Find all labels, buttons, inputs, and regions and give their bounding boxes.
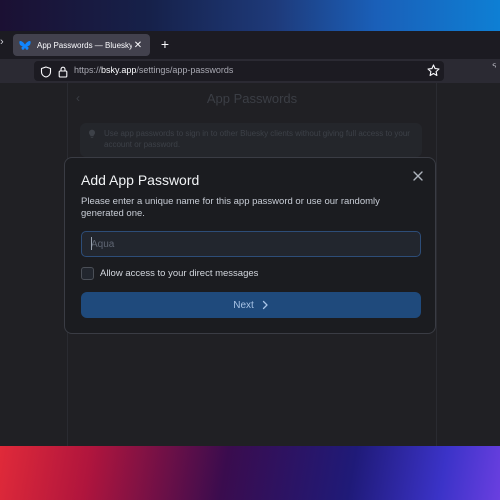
chevron-right-icon xyxy=(261,300,269,310)
info-box: Use app passwords to sign in to other Bl… xyxy=(80,123,422,157)
desktop-wallpaper-bottom xyxy=(0,446,500,500)
dialog-title: Add App Password xyxy=(81,172,200,188)
tab-close-icon[interactable]: ✕ xyxy=(132,40,144,51)
dialog-description: Please enter a unique name for this app … xyxy=(81,196,380,219)
bluesky-butterfly-icon xyxy=(19,39,31,51)
lightbulb-icon xyxy=(88,129,96,142)
extensions-icon[interactable]: ᕐ xyxy=(492,63,496,74)
tab-strip-edge: › xyxy=(0,36,4,48)
page-title: App Passwords xyxy=(206,91,298,106)
tab-bar: › App Passwords — Bluesky ✕ + xyxy=(0,31,500,59)
next-button-label: Next xyxy=(233,299,254,311)
lock-icon[interactable] xyxy=(58,65,68,78)
direct-messages-checkbox[interactable] xyxy=(81,267,94,280)
next-button[interactable]: Next xyxy=(81,292,421,318)
navigation-bar: https://bsky.app/settings/app-passwords … xyxy=(0,59,500,83)
close-icon[interactable] xyxy=(411,169,425,183)
info-text: Use app passwords to sign in to other Bl… xyxy=(104,129,410,149)
desktop-wallpaper-top xyxy=(0,0,500,31)
url-text[interactable]: https://bsky.app/settings/app-passwords xyxy=(74,65,233,75)
url-scheme: https:// xyxy=(74,65,102,75)
tracking-shield-icon[interactable] xyxy=(40,65,52,78)
direct-messages-label[interactable]: Allow access to your direct messages xyxy=(100,268,258,279)
bookmark-star-icon[interactable] xyxy=(427,64,440,77)
url-path: /settings/app-passwords xyxy=(136,65,234,75)
new-tab-button[interactable]: + xyxy=(157,35,173,53)
app-password-name-input[interactable] xyxy=(81,231,421,257)
tab-app-passwords[interactable]: App Passwords — Bluesky ✕ xyxy=(13,34,150,56)
add-app-password-dialog: Add App Password Please enter a unique n… xyxy=(64,157,436,334)
url-host: bsky.app xyxy=(101,65,137,75)
url-bar[interactable]: https://bsky.app/settings/app-passwords xyxy=(34,61,444,81)
tab-title: App Passwords — Bluesky xyxy=(37,40,132,50)
text-caret xyxy=(91,237,92,250)
